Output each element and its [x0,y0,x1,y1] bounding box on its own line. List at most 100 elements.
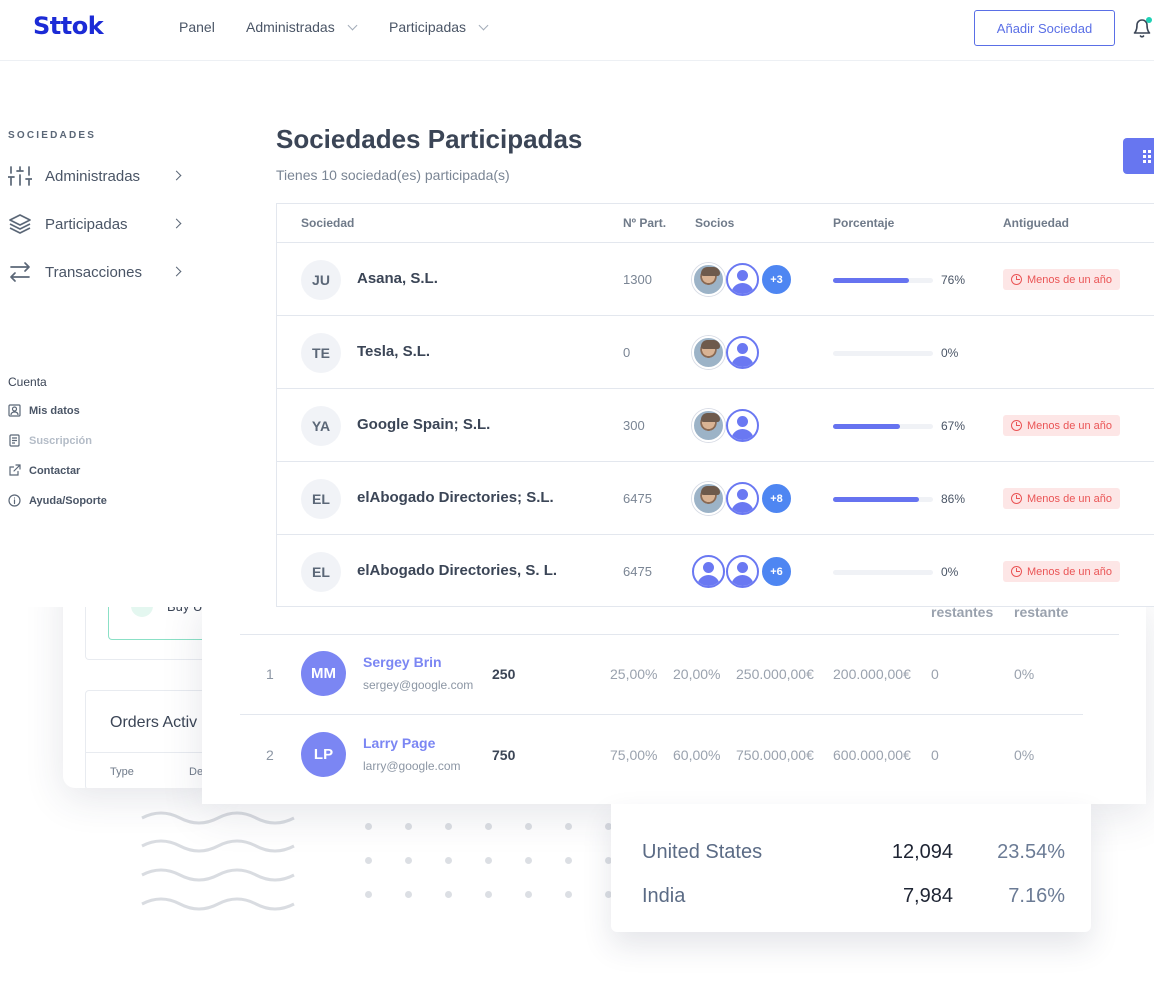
avatar[interactable] [692,482,725,515]
user-placeholder-icon[interactable] [692,555,725,588]
avatar[interactable] [692,336,725,369]
country-percent: 7.16% [1008,885,1065,907]
col-header-antiguedad[interactable]: Antiguedad [1003,216,1069,230]
participations-count: 6475 [623,491,652,506]
account-item-contactar[interactable]: Contactar [8,464,80,477]
age-label: Menos de un año [1027,273,1113,286]
sidebar: SOCIEDADES Administradas Participadas Tr… [0,61,276,607]
dot [485,891,492,898]
dot [445,823,452,830]
user-placeholder-icon[interactable] [726,482,759,515]
percent-label: 0% [941,565,959,579]
more-partners-badge[interactable]: +8 [760,482,793,515]
dot [365,857,372,864]
company-name[interactable]: Google Spain; S.L. [357,416,490,433]
partners-avatars[interactable] [692,409,760,442]
percent-bar [833,351,933,356]
company-name[interactable]: Asana, S.L. [357,270,438,287]
participations-count: 300 [623,418,645,433]
user-placeholder-icon[interactable] [726,409,759,442]
participations-count: 1300 [623,272,652,287]
shareholder-email: sergey@google.com [363,678,474,692]
divider [240,714,1083,715]
nav-administradas[interactable]: Administradas [246,19,358,35]
company-initials: YA [301,406,341,446]
sidebar-item-label: Participadas [45,215,128,233]
age-badge: Menos de un año [1003,561,1121,582]
clock-icon [1011,420,1022,431]
row-number: 1 [266,666,274,682]
info-icon [8,494,21,507]
company-name[interactable]: elAbogado Directories, S. L. [357,562,557,579]
sidebar-item-participadas[interactable]: Participadas [8,212,188,236]
avatar: LP [301,732,346,777]
shareholders-table: restantes restante 1 MM Sergey Brin serg… [202,598,1146,804]
logo[interactable]: Sttok [33,12,104,40]
table-row[interactable]: EL elAbogado Directories; S.L. 6475 +8 8… [277,462,1154,535]
dot [525,857,532,864]
col-header-parts[interactable]: Nº Part. [623,216,666,230]
value: 0% [1014,747,1035,763]
shareholder-name[interactable]: Larry Page [363,735,435,751]
country-name: United States [642,841,763,863]
value: 25,00% [610,666,658,682]
company-name[interactable]: Tesla, S.L. [357,343,430,360]
table-row[interactable]: TE Tesla, S.L. 0 0% [277,316,1154,389]
partners-avatars[interactable]: +3 [692,263,794,296]
value: 0 [931,747,939,763]
companies-table: Sociedad Nº Part. Socios Porcentaje Anti… [276,203,1154,607]
shareholder-email: larry@google.com [363,759,461,773]
sidebar-item-transacciones[interactable]: Transacciones [8,260,188,284]
age-label: Menos de un año [1027,565,1113,578]
partners-avatars[interactable]: +6 [692,555,794,588]
table-row[interactable]: JU Asana, S.L. 1300 +3 76% Menos de un a… [277,243,1154,316]
dot [525,823,532,830]
country-value: 12,094 [891,841,953,863]
table-row[interactable]: EL elAbogado Directories, S. L. 6475 +6 … [277,535,1154,608]
nav-participadas[interactable]: Participadas [389,19,489,35]
col-header-porcentaje[interactable]: Porcentaje [833,216,894,230]
sidebar-section-title: SOCIEDADES [8,130,97,141]
avatar[interactable] [692,263,725,296]
account-item-suscripcion[interactable]: Suscripción [8,434,92,447]
chevron-right-icon [171,266,182,277]
bell-icon[interactable] [1132,17,1154,41]
divider [86,752,212,753]
account-item-ayuda[interactable]: Ayuda/Soporte [8,494,107,507]
user-placeholder-icon[interactable] [726,263,759,296]
percent-label: 0% [941,346,959,360]
more-partners-badge[interactable]: +3 [760,263,793,296]
shareholder-name[interactable]: Sergey Brin [363,654,442,670]
more-partners-badge[interactable]: +6 [760,555,793,588]
grid-view-button[interactable] [1123,138,1154,174]
account-item-label: Suscripción [29,434,92,447]
nav-panel[interactable]: Panel [179,19,215,35]
avatar[interactable] [692,409,725,442]
sidebar-item-administradas[interactable]: Administradas [8,164,188,188]
clock-icon [1011,493,1022,504]
shares: 750 [492,747,516,763]
value: 750.000,00€ [736,747,814,763]
user-placeholder-icon[interactable] [726,555,759,588]
dot [365,823,372,830]
col-header-sociedad[interactable]: Sociedad [301,216,354,230]
account-item-mis-datos[interactable]: Mis datos [8,404,80,417]
dot [525,891,532,898]
value: 600.000,00€ [833,747,911,763]
percent-bar [833,497,933,502]
percent-label: 67% [941,419,966,433]
value: 250.000,00€ [736,666,814,682]
col-header-socios[interactable]: Socios [695,216,734,230]
partners-avatars[interactable]: +8 [692,482,794,515]
age-badge: Menos de un año [1003,415,1121,436]
partners-avatars[interactable] [692,336,760,369]
chevron-down-icon [478,20,489,31]
table-row[interactable]: YA Google Spain; S.L. 300 67% Menos de u… [277,389,1154,462]
value: 200.000,00€ [833,666,911,682]
add-company-button[interactable]: Añadir Sociedad [974,10,1115,46]
orders-col-desc: De [189,766,204,778]
value: 0% [1014,666,1035,682]
user-placeholder-icon[interactable] [726,336,759,369]
company-name[interactable]: elAbogado Directories; S.L. [357,489,554,506]
age-badge: Menos de un año [1003,488,1121,509]
